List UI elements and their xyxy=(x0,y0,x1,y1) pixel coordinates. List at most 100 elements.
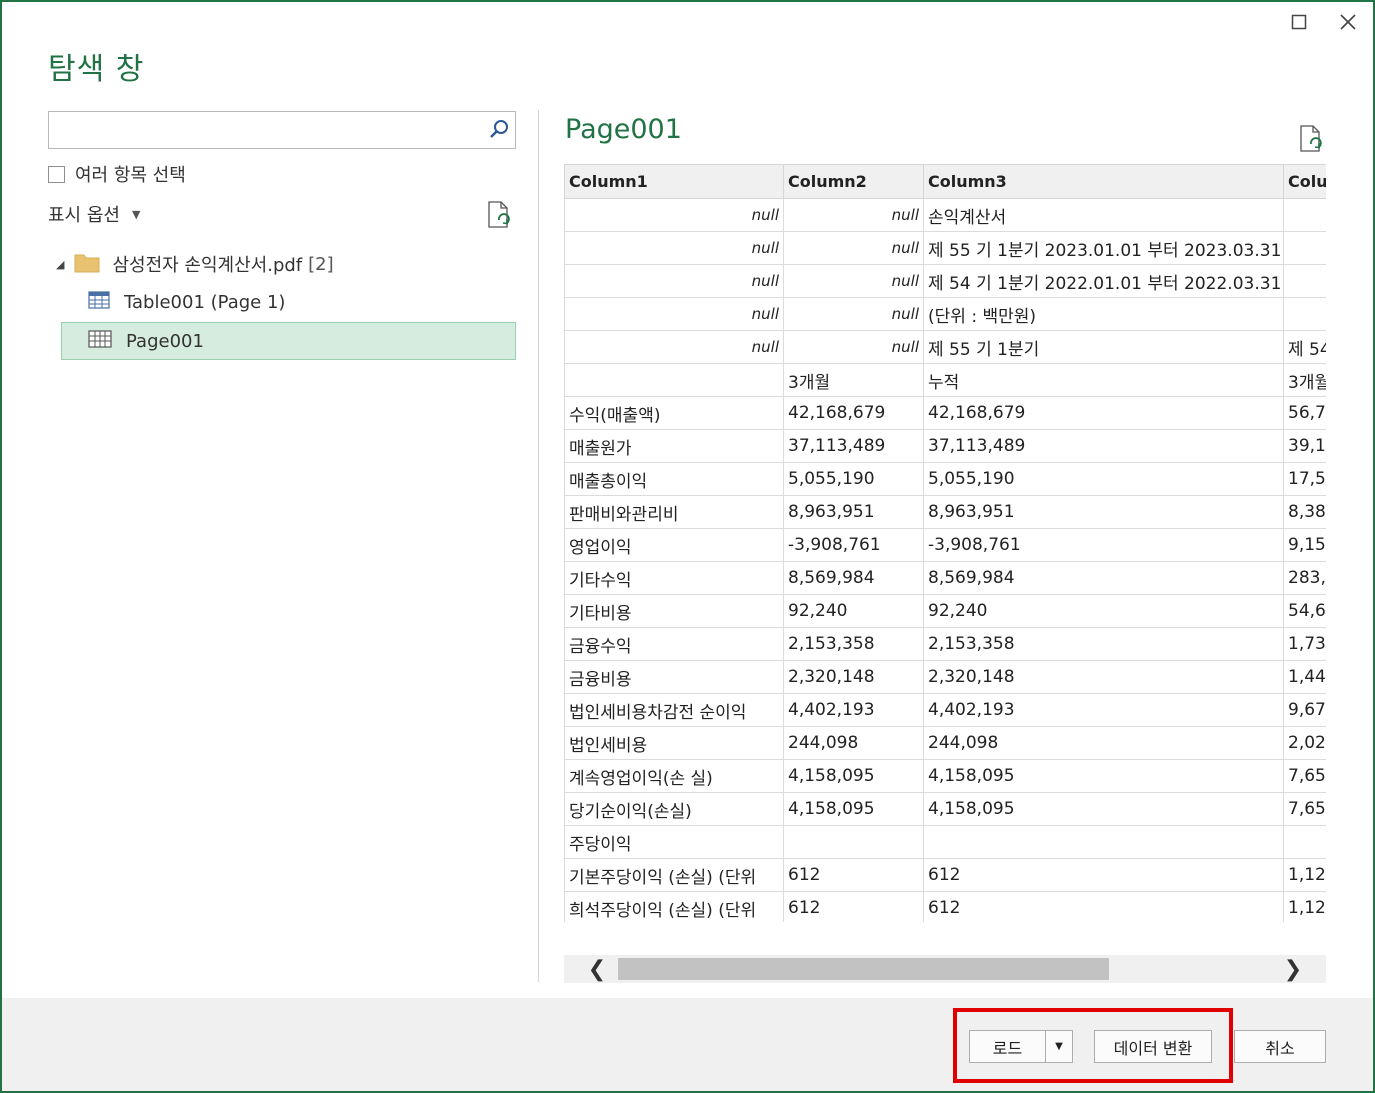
table-cell[interactable]: 금융수익 xyxy=(564,627,784,661)
table-cell[interactable] xyxy=(1283,264,1326,298)
table-cell[interactable] xyxy=(1283,825,1326,859)
table-cell[interactable]: 42,168,679 xyxy=(783,396,924,430)
scroll-right-icon[interactable]: ❯ xyxy=(1280,957,1306,982)
table-cell[interactable]: 1,739 xyxy=(1283,627,1326,661)
table-cell[interactable]: (단위 : 백만원) xyxy=(923,297,1284,331)
table-cell[interactable]: 손익계산서 xyxy=(923,198,1284,232)
table-cell[interactable]: 54,60 xyxy=(1283,594,1326,628)
horizontal-scrollbar[interactable]: ❮ ❯ xyxy=(564,955,1326,983)
table-cell[interactable]: 제 55 기 1분기 xyxy=(923,330,1284,364)
table-cell[interactable]: 8,387 xyxy=(1283,495,1326,529)
table-cell[interactable]: 17,53 xyxy=(1283,462,1326,496)
table-cell[interactable] xyxy=(564,363,784,397)
table-cell[interactable]: 계속영업이익(손 실) xyxy=(564,759,784,793)
table-cell[interactable]: 2,026 xyxy=(1283,726,1326,760)
column-header[interactable]: Column2 xyxy=(783,164,924,199)
table-cell[interactable]: 금융비용 xyxy=(564,660,784,694)
table-cell[interactable]: 판매비와관리비 xyxy=(564,495,784,529)
close-button[interactable] xyxy=(1330,6,1366,38)
table-cell[interactable] xyxy=(1283,231,1326,265)
table-cell[interactable]: 612 xyxy=(923,891,1284,922)
table-cell[interactable]: 2,153,358 xyxy=(783,627,924,661)
scroll-left-icon[interactable]: ❮ xyxy=(584,957,610,982)
table-cell[interactable]: 당기순이익(손실) xyxy=(564,792,784,826)
table-cell[interactable]: 매출원가 xyxy=(564,429,784,463)
search-input[interactable] xyxy=(48,111,516,149)
table-cell[interactable]: 42,168,679 xyxy=(923,396,1284,430)
column-header[interactable]: Column3 xyxy=(923,164,1284,199)
table-cell[interactable]: 4,402,193 xyxy=(923,693,1284,727)
table-cell[interactable]: 2,320,148 xyxy=(783,660,924,694)
table-cell[interactable]: null xyxy=(783,231,924,265)
table-cell[interactable]: 기타비용 xyxy=(564,594,784,628)
table-cell[interactable]: 2,153,358 xyxy=(923,627,1284,661)
table-cell[interactable]: null xyxy=(564,231,784,265)
table-cell[interactable]: 누적 xyxy=(923,363,1284,397)
table-cell[interactable]: -3,908,761 xyxy=(783,528,924,562)
table-cell[interactable]: 612 xyxy=(783,858,924,892)
table-cell[interactable] xyxy=(1283,297,1326,331)
scrollbar-thumb[interactable] xyxy=(618,958,1109,980)
table-cell[interactable]: 법인세비용차감전 순이익 xyxy=(564,693,784,727)
table-cell[interactable]: 수익(매출액) xyxy=(564,396,784,430)
table-cell[interactable]: 제 55 기 1분기 2023.01.01 부터 2023.03.31 ㅈ xyxy=(923,231,1284,265)
table-cell[interactable]: null xyxy=(783,198,924,232)
preview-refresh-button[interactable] xyxy=(1298,124,1326,158)
table-cell[interactable]: -3,908,761 xyxy=(923,528,1284,562)
table-cell[interactable]: 1,127 xyxy=(1283,891,1326,922)
column-header[interactable]: Colur xyxy=(1283,164,1326,199)
table-cell[interactable]: 7,651 xyxy=(1283,759,1326,793)
table-cell[interactable]: 8,963,951 xyxy=(783,495,924,529)
table-cell[interactable]: 244,098 xyxy=(923,726,1284,760)
table-cell[interactable]: 4,402,193 xyxy=(783,693,924,727)
collapse-triangle-icon[interactable]: ◢ xyxy=(56,258,64,271)
table-cell[interactable]: 612 xyxy=(923,858,1284,892)
table-cell[interactable]: null xyxy=(564,297,784,331)
refresh-button[interactable] xyxy=(486,200,514,234)
table-cell[interactable]: 5,055,190 xyxy=(923,462,1284,496)
table-cell[interactable]: 기본주당이익 (손실) (단위 xyxy=(564,858,784,892)
table-cell[interactable]: null xyxy=(564,330,784,364)
table-cell[interactable]: 법인세비용 xyxy=(564,726,784,760)
display-options-dropdown[interactable]: 표시 옵션 ▼ xyxy=(48,200,140,228)
multi-select-row[interactable]: 여러 항목 선택 xyxy=(48,160,186,188)
multi-select-checkbox[interactable] xyxy=(48,165,65,183)
maximize-button[interactable] xyxy=(1281,6,1317,38)
table-cell[interactable] xyxy=(923,825,1284,859)
table-cell[interactable]: 9,151 xyxy=(1283,528,1326,562)
table-cell[interactable]: 4,158,095 xyxy=(923,792,1284,826)
table-cell[interactable]: 제 54 기 1분기 2022.01.01 부터 2022.03.31 ㅈ xyxy=(923,264,1284,298)
table-cell[interactable] xyxy=(783,825,924,859)
table-cell[interactable]: 612 xyxy=(783,891,924,922)
tree-item-page001[interactable]: Page001 xyxy=(61,322,516,360)
table-cell[interactable]: 제 54 xyxy=(1283,330,1326,364)
table-cell[interactable]: 8,569,984 xyxy=(923,561,1284,595)
table-cell[interactable]: 56,72 xyxy=(1283,396,1326,430)
table-cell[interactable]: 37,113,489 xyxy=(923,429,1284,463)
table-cell[interactable]: 8,569,984 xyxy=(783,561,924,595)
table-cell[interactable] xyxy=(1283,198,1326,232)
column-header[interactable]: Column1 xyxy=(564,164,784,199)
table-cell[interactable]: 4,158,095 xyxy=(923,759,1284,793)
table-cell[interactable]: null xyxy=(564,264,784,298)
table-cell[interactable]: 3개월 xyxy=(1283,363,1326,397)
pane-divider[interactable] xyxy=(538,110,539,982)
table-cell[interactable]: 4,158,095 xyxy=(783,759,924,793)
table-cell[interactable]: 희석주당이익 (손실) (단위 xyxy=(564,891,784,922)
tree-item-table001[interactable]: Table001 (Page 1) xyxy=(88,284,285,320)
table-cell[interactable]: 4,158,095 xyxy=(783,792,924,826)
table-cell[interactable]: 92,240 xyxy=(783,594,924,628)
table-cell[interactable]: 1,127 xyxy=(1283,858,1326,892)
table-cell[interactable]: 244,098 xyxy=(783,726,924,760)
table-cell[interactable]: 283,2 xyxy=(1283,561,1326,595)
table-cell[interactable]: 8,963,951 xyxy=(923,495,1284,529)
table-cell[interactable]: 주당이익 xyxy=(564,825,784,859)
table-cell[interactable]: 39,18 xyxy=(1283,429,1326,463)
table-cell[interactable]: 2,320,148 xyxy=(923,660,1284,694)
cancel-button[interactable]: 취소 xyxy=(1234,1030,1326,1063)
table-cell[interactable]: 3개월 xyxy=(783,363,924,397)
table-cell[interactable]: null xyxy=(783,297,924,331)
table-cell[interactable]: null xyxy=(564,198,784,232)
table-cell[interactable]: 매출총이익 xyxy=(564,462,784,496)
table-cell[interactable]: 9,678 xyxy=(1283,693,1326,727)
